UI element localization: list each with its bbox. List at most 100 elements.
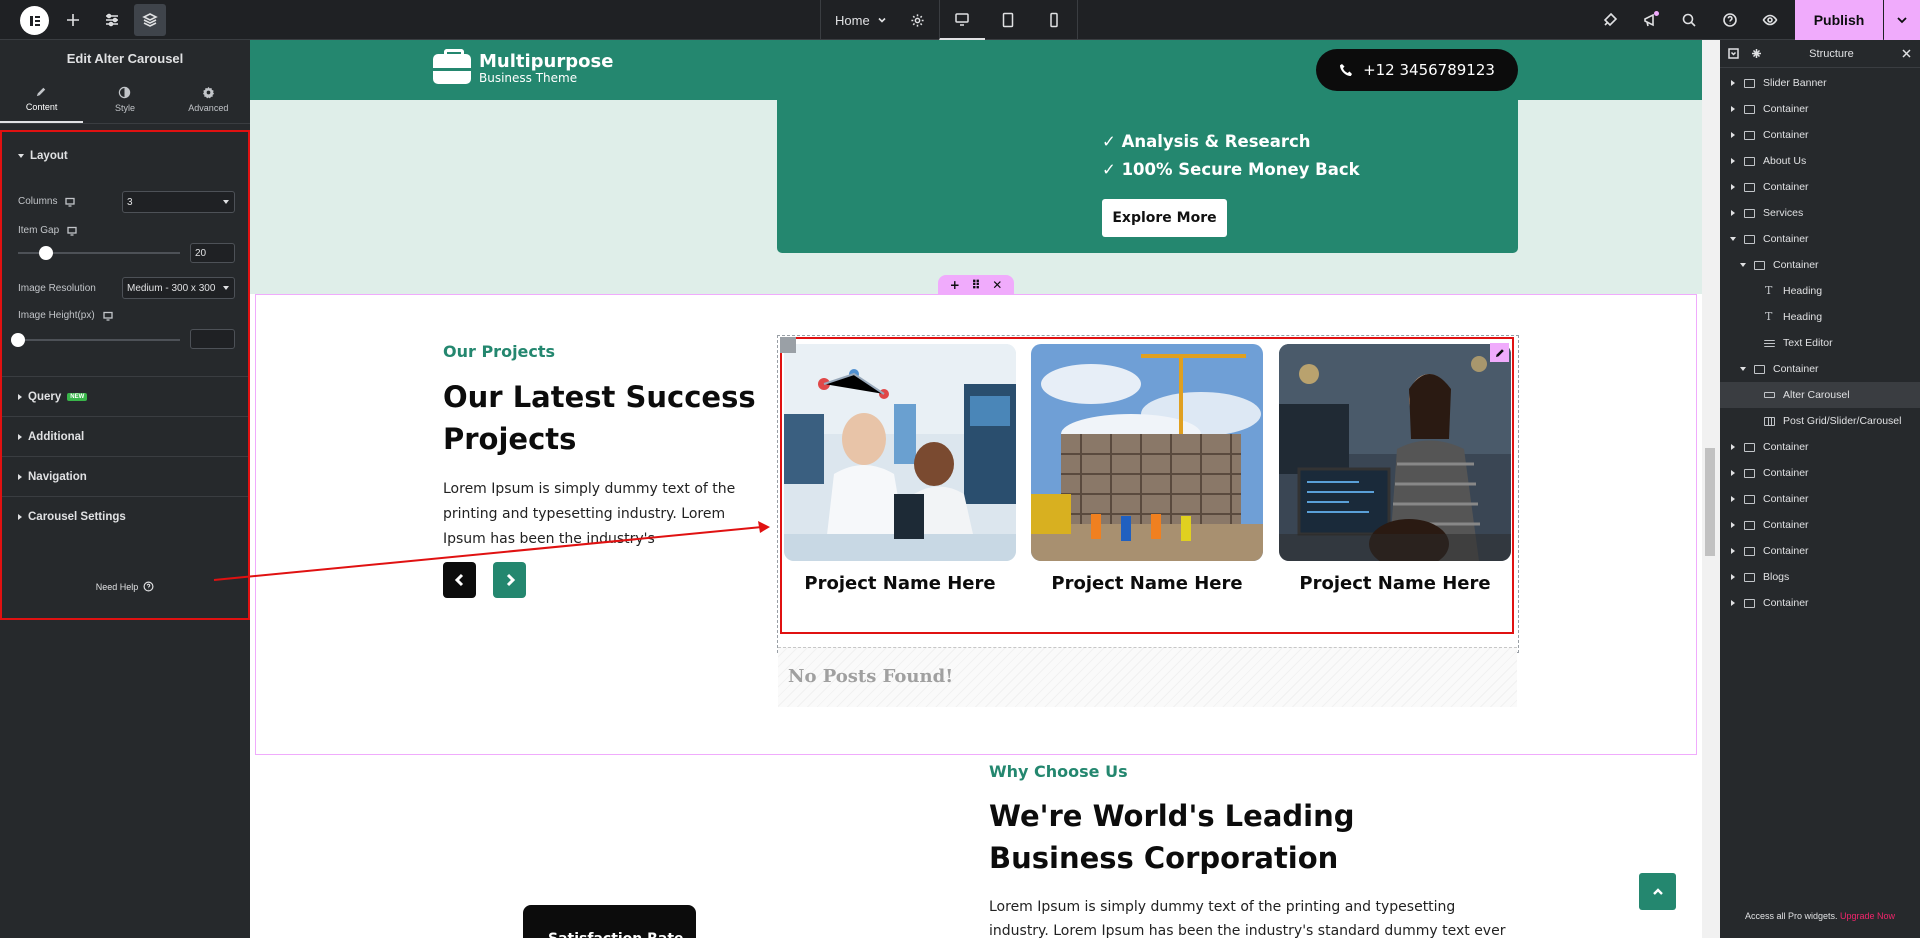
structure-item[interactable]: Container (1720, 122, 1920, 148)
scrollbar-thumb[interactable] (1705, 448, 1715, 556)
search-button[interactable] (1673, 4, 1705, 36)
slider-handle[interactable] (11, 333, 25, 347)
edit-widget-button[interactable] (1490, 343, 1509, 362)
structure-item[interactable]: Post Grid/Slider/Carousel (1720, 408, 1920, 434)
sparkle-icon[interactable] (1751, 48, 1762, 59)
structure-item[interactable]: Alter Carousel (1720, 382, 1920, 408)
carousel-prev-button[interactable] (443, 562, 476, 598)
slider-handle[interactable] (39, 246, 54, 260)
section-layout-header[interactable]: Layout (2, 132, 248, 180)
structure-item[interactable]: Container (1720, 460, 1920, 486)
caret-right-icon[interactable] (1728, 184, 1738, 190)
add-section-icon[interactable]: + (950, 278, 960, 292)
container-icon (1744, 468, 1755, 478)
caret-right-icon[interactable] (1728, 106, 1738, 112)
section-carousel-settings-header[interactable]: Carousel Settings (2, 497, 248, 537)
scroll-to-top-button[interactable] (1639, 873, 1676, 910)
structure-item[interactable]: About Us (1720, 148, 1920, 174)
caret-right-icon[interactable] (1728, 470, 1738, 476)
tab-advanced[interactable]: Advanced (167, 76, 250, 123)
image-resolution-select[interactable]: Medium - 300 x 300 (122, 277, 235, 299)
caret-right-icon[interactable] (1728, 80, 1738, 86)
columns-value: 3 (127, 196, 133, 208)
caret-right-icon[interactable] (1728, 158, 1738, 164)
structure-item[interactable]: Text Editor (1720, 330, 1920, 356)
drag-handle-icon[interactable]: ⠿ (971, 278, 980, 292)
site-brand[interactable]: Multipurpose Business Theme (433, 48, 613, 85)
section-navigation-header[interactable]: Navigation (2, 457, 248, 497)
structure-item[interactable]: Container (1720, 356, 1920, 382)
publish-options-button[interactable] (1884, 0, 1920, 40)
section-query-header[interactable]: Query NEW (2, 377, 248, 417)
caret-right-icon[interactable] (1728, 522, 1738, 528)
structure-item[interactable]: Container (1720, 226, 1920, 252)
section-additional-header[interactable]: Additional (2, 417, 248, 457)
desktop-responsive-icon[interactable] (103, 311, 113, 321)
structure-toggle-button[interactable] (134, 4, 166, 36)
desktop-responsive-icon[interactable] (67, 226, 77, 236)
structure-item[interactable]: Services (1720, 200, 1920, 226)
add-element-button[interactable] (57, 4, 89, 36)
plus-icon (67, 14, 79, 26)
caret-down-icon[interactable] (1728, 237, 1738, 241)
section-label: Navigation (28, 470, 87, 483)
caret-right-icon[interactable] (1728, 210, 1738, 216)
structure-item[interactable]: Slider Banner (1720, 70, 1920, 96)
notifications-button[interactable] (1634, 4, 1666, 36)
structure-item[interactable]: Container (1720, 486, 1920, 512)
item-gap-input[interactable]: 20 (190, 243, 235, 263)
page-settings-gear-icon[interactable] (910, 13, 925, 28)
image-height-input[interactable] (190, 329, 235, 349)
caret-right-icon[interactable] (1728, 132, 1738, 138)
page-selector[interactable]: Home (821, 0, 939, 40)
why-subheading: Why Choose Us (989, 762, 1128, 781)
desktop-view-button[interactable] (938, 0, 985, 40)
collapse-all-icon[interactable] (1728, 48, 1739, 59)
caret-down-icon[interactable] (1738, 367, 1748, 371)
help-button[interactable] (1714, 4, 1746, 36)
publish-button[interactable]: Publish (1795, 0, 1883, 40)
upgrade-link[interactable]: Upgrade Now (1840, 911, 1895, 921)
tablet-view-button[interactable] (985, 0, 1031, 40)
need-help-link[interactable]: Need Help (0, 581, 250, 592)
structure-item[interactable]: Container (1720, 252, 1920, 278)
structure-item[interactable]: Container (1720, 434, 1920, 460)
columns-select[interactable]: 3 (122, 191, 235, 213)
caret-right-icon[interactable] (1728, 548, 1738, 554)
structure-item[interactable]: Container (1720, 96, 1920, 122)
upgrade-footer: Access all Pro widgets. Upgrade Now (1720, 911, 1920, 921)
finder-button[interactable] (1594, 4, 1626, 36)
caret-down-icon[interactable] (1738, 263, 1748, 267)
preview-button[interactable] (1754, 4, 1786, 36)
item-gap-slider[interactable] (18, 246, 180, 260)
section-handle[interactable]: + ⠿ ✕ (938, 275, 1014, 294)
elementor-logo-icon[interactable] (20, 6, 49, 35)
caret-right-icon (18, 473, 22, 480)
image-height-slider[interactable] (11, 333, 180, 347)
structure-item[interactable]: Blogs (1720, 564, 1920, 590)
caret-right-icon[interactable] (1728, 496, 1738, 502)
tab-content[interactable]: Content (0, 76, 84, 123)
caret-right-icon[interactable] (1728, 600, 1738, 606)
delete-section-icon[interactable]: ✕ (992, 278, 1002, 292)
structure-item[interactable]: Container (1720, 512, 1920, 538)
caret-right-icon[interactable] (1728, 444, 1738, 450)
mobile-view-button[interactable] (1031, 0, 1077, 40)
phone-button[interactable]: +12 3456789123 (1316, 49, 1518, 91)
structure-item[interactable]: Container (1720, 174, 1920, 200)
tab-style[interactable]: Style (83, 76, 166, 123)
explore-more-button[interactable]: Explore More (1102, 199, 1227, 237)
structure-item-label: Container (1763, 545, 1809, 557)
structure-item[interactable]: Container (1720, 538, 1920, 564)
structure-item[interactable]: Container (1720, 590, 1920, 616)
carousel-next-button[interactable] (493, 562, 526, 598)
desktop-responsive-icon[interactable] (65, 197, 76, 207)
canvas-scrollbar[interactable] (1702, 40, 1720, 938)
site-settings-button[interactable] (96, 4, 128, 36)
caret-right-icon[interactable] (1728, 574, 1738, 580)
structure-item[interactable]: Heading (1720, 278, 1920, 304)
close-icon[interactable] (1901, 48, 1912, 59)
section-label: Carousel Settings (28, 511, 126, 523)
structure-item[interactable]: Heading (1720, 304, 1920, 330)
caret-right-icon (18, 393, 22, 400)
